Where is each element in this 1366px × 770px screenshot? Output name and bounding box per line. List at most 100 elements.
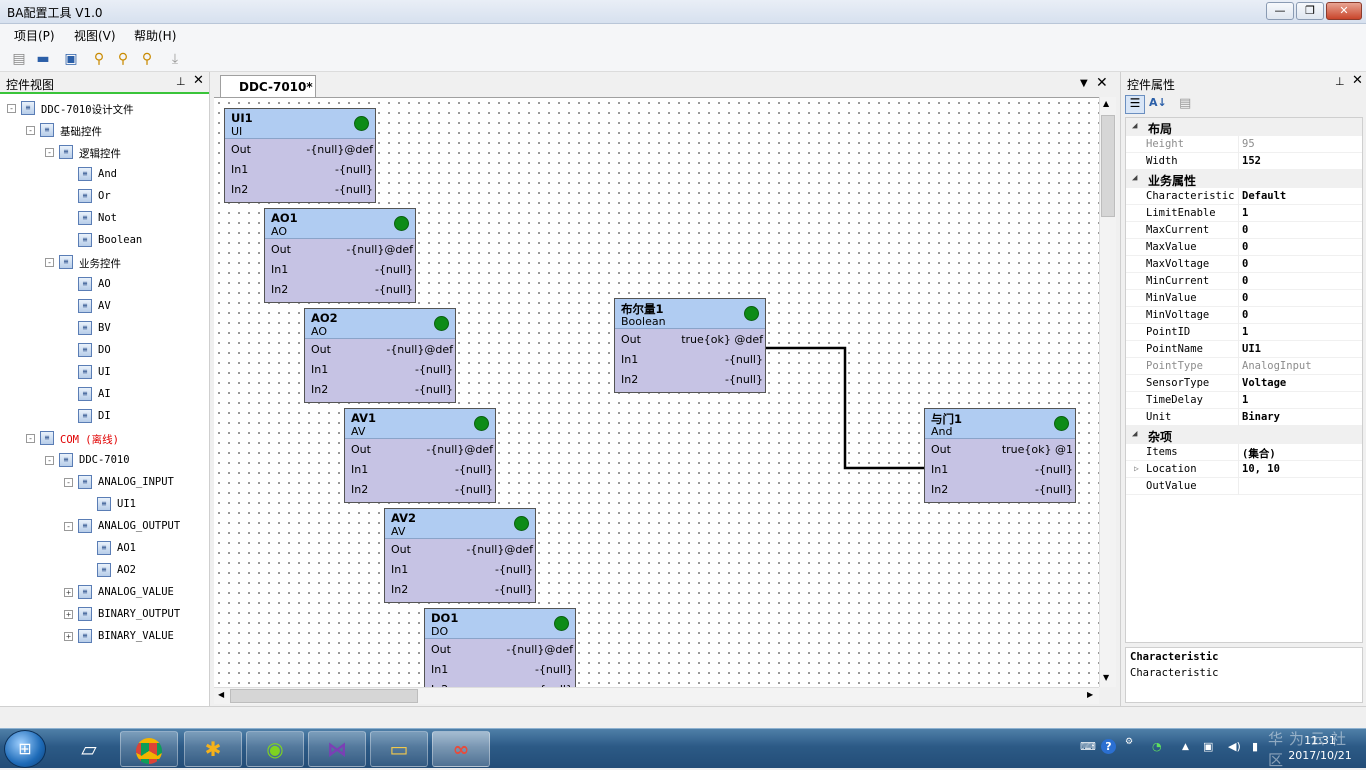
close-panel-icon[interactable]: ✕: [193, 73, 204, 88]
port-out[interactable]: Out -{null}@def: [305, 339, 455, 359]
maximize-button[interactable]: ❐: [1296, 2, 1324, 20]
tree-node[interactable]: - ≡ 基础控件: [0, 120, 209, 140]
collapse-icon[interactable]: -: [64, 478, 73, 487]
port-in1[interactable]: In1 -{null}: [305, 359, 455, 379]
tree-node[interactable]: - ≡ ANALOG_INPUT: [0, 472, 209, 492]
close-tab-icon[interactable]: ✕: [1096, 75, 1108, 91]
property-row[interactable]: Unit Binary: [1126, 409, 1362, 426]
property-row[interactable]: MaxVoltage 0: [1126, 256, 1362, 273]
port-in1[interactable]: In1 -{null}: [925, 459, 1075, 479]
tree-node[interactable]: ≡ BV: [0, 318, 209, 338]
close-button[interactable]: ✕: [1326, 2, 1362, 20]
property-category[interactable]: ◢ 业务属性: [1126, 170, 1362, 188]
tree-node[interactable]: ≡ And: [0, 164, 209, 184]
property-value[interactable]: 152: [1242, 155, 1261, 167]
port-out[interactable]: Out -{null}@def: [265, 239, 415, 259]
property-value[interactable]: 1: [1242, 326, 1248, 338]
property-row[interactable]: Characteristic Default: [1126, 188, 1362, 205]
tree-node[interactable]: ≡ UI: [0, 362, 209, 382]
tab-list-icon[interactable]: ▼: [1080, 78, 1088, 89]
property-row[interactable]: ▷ Location 10, 10: [1126, 461, 1362, 478]
horizontal-scrollbar[interactable]: ◀ ▶: [214, 687, 1099, 704]
property-value[interactable]: 0: [1242, 224, 1248, 236]
collapse-icon[interactable]: -: [45, 456, 54, 465]
tray-settings-icon[interactable]: ⚙: [1125, 737, 1133, 747]
network-tray-icon[interactable]: ◔: [1152, 740, 1162, 753]
menu-project[interactable]: 项目(P): [14, 27, 55, 44]
collapse-icon[interactable]: -: [26, 126, 35, 135]
port-in1[interactable]: In1 -{null}: [425, 659, 575, 679]
port-out[interactable]: Out -{null}@def: [425, 639, 575, 659]
property-row[interactable]: MinVoltage 0: [1126, 307, 1362, 324]
port-in2[interactable]: In2 -{null}: [615, 369, 765, 389]
scroll-down-icon[interactable]: ▼: [1103, 673, 1109, 682]
port-in2[interactable]: In2 -{null}: [345, 479, 495, 499]
property-value[interactable]: 95: [1242, 138, 1255, 150]
port-in1[interactable]: In1 -{null}: [345, 459, 495, 479]
tree-node[interactable]: ≡ Boolean: [0, 230, 209, 250]
port-in2[interactable]: In2 -{null}: [925, 479, 1075, 499]
tree-node[interactable]: ≡ AO1: [0, 538, 209, 558]
tree-node[interactable]: + ≡ ANALOG_VALUE: [0, 582, 209, 602]
scroll-left-icon[interactable]: ◀: [218, 690, 224, 699]
port-in1[interactable]: In1 -{null}: [225, 159, 375, 179]
volume-icon[interactable]: ◀): [1228, 740, 1241, 753]
property-category[interactable]: ◢ 布局: [1126, 118, 1362, 136]
property-value[interactable]: AnalogInput: [1242, 360, 1312, 372]
property-row[interactable]: PointType AnalogInput: [1126, 358, 1362, 375]
tree-node[interactable]: + ≡ BINARY_OUTPUT: [0, 604, 209, 624]
control-node[interactable]: AO1 AO Out -{null}@def In1 -{null} In2 -…: [264, 208, 416, 303]
tree-node[interactable]: ≡ AV: [0, 296, 209, 316]
collapse-icon[interactable]: ◢: [1132, 429, 1137, 439]
save-icon[interactable]: ▣: [62, 50, 80, 68]
collapse-icon[interactable]: -: [45, 258, 54, 267]
collapse-icon[interactable]: -: [45, 148, 54, 157]
tree-node[interactable]: ≡ Or: [0, 186, 209, 206]
property-row[interactable]: MaxValue 0: [1126, 239, 1362, 256]
design-canvas[interactable]: UI1 UI Out -{null}@def In1 -{null} In2 -…: [214, 97, 1099, 687]
control-node[interactable]: AV1 AV Out -{null}@def In1 -{null} In2 -…: [344, 408, 496, 503]
start-button[interactable]: ⊞: [4, 730, 46, 768]
property-row[interactable]: PointName UI1: [1126, 341, 1362, 358]
taskbar-app-k[interactable]: ✱: [184, 731, 242, 767]
property-value[interactable]: Default: [1242, 190, 1286, 202]
property-value[interactable]: 0: [1242, 292, 1248, 304]
keyboard-icon[interactable]: ⌨: [1080, 740, 1096, 753]
tree-node[interactable]: ≡ Not: [0, 208, 209, 228]
tree-node[interactable]: ≡ AO: [0, 274, 209, 294]
property-row[interactable]: Items (集合): [1126, 444, 1362, 461]
tab-ddc-7010[interactable]: DDC-7010*: [220, 75, 316, 97]
port-in2[interactable]: In2 -{null}: [225, 179, 375, 199]
property-value[interactable]: 10, 10: [1242, 463, 1280, 475]
collapse-icon[interactable]: -: [64, 522, 73, 531]
property-category[interactable]: ◢ 杂项: [1126, 426, 1362, 444]
minimize-button[interactable]: —: [1266, 2, 1294, 20]
categorized-icon[interactable]: ☰: [1125, 95, 1145, 114]
port-out[interactable]: Out true{ok} @1: [925, 439, 1075, 459]
port-in2[interactable]: In2 -{null}: [265, 279, 415, 299]
collapse-icon[interactable]: ◢: [1132, 173, 1137, 183]
property-value[interactable]: 0: [1242, 275, 1248, 287]
control-node[interactable]: AO2 AO Out -{null}@def In1 -{null} In2 -…: [304, 308, 456, 403]
property-row[interactable]: MaxCurrent 0: [1126, 222, 1362, 239]
property-row[interactable]: TimeDelay 1: [1126, 392, 1362, 409]
tree-node[interactable]: - ≡ 逻辑控件: [0, 142, 209, 162]
control-node[interactable]: DO1 DO Out -{null}@def In1 -{null} In2 -…: [424, 608, 576, 687]
port-in2[interactable]: In2 -{null}: [425, 679, 575, 687]
tree-node[interactable]: ≡ AO2: [0, 560, 209, 580]
power-icon[interactable]: ▮: [1252, 740, 1258, 753]
expand-icon[interactable]: +: [64, 632, 73, 641]
property-value[interactable]: 0: [1242, 258, 1248, 270]
control-node[interactable]: UI1 UI Out -{null}@def In1 -{null} In2 -…: [224, 108, 376, 203]
property-value[interactable]: Voltage: [1242, 377, 1286, 389]
taskbar-chrome[interactable]: [120, 731, 178, 767]
taskbar-ba-tool[interactable]: ∞: [432, 731, 490, 767]
property-row[interactable]: PointID 1: [1126, 324, 1362, 341]
pin-icon[interactable]: ⊥: [1335, 75, 1345, 88]
port-out[interactable]: Out -{null}@def: [225, 139, 375, 159]
port-in1[interactable]: In1 -{null}: [615, 349, 765, 369]
tree-node[interactable]: - ≡ ANALOG_OUTPUT: [0, 516, 209, 536]
property-value[interactable]: (集合): [1242, 446, 1276, 461]
show-hidden-icons[interactable]: ▲: [1182, 742, 1189, 752]
sort-alpha-icon[interactable]: A↓: [1149, 96, 1167, 109]
